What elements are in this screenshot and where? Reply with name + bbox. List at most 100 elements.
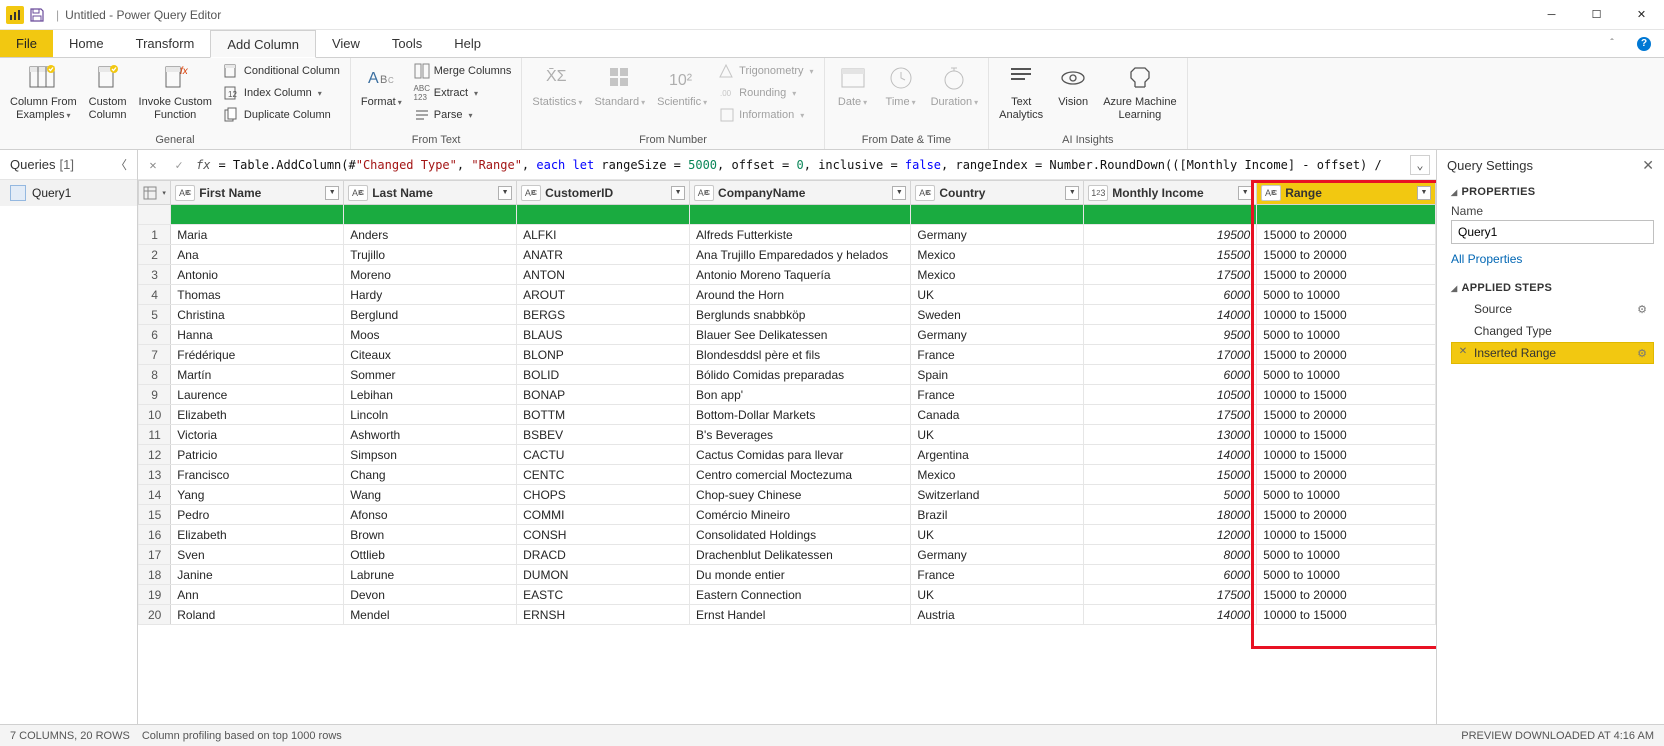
cell[interactable]: 10000 to 15000 bbox=[1257, 305, 1436, 325]
cell[interactable]: Around the Horn bbox=[690, 285, 911, 305]
cell[interactable]: Martín bbox=[171, 365, 344, 385]
cell[interactable]: Germany bbox=[911, 225, 1084, 245]
column-type-icon[interactable]: ABC bbox=[348, 185, 368, 201]
cell[interactable]: DUMON bbox=[517, 565, 690, 585]
conditional-column-button[interactable]: Conditional Column bbox=[220, 60, 344, 82]
cell[interactable]: Maria bbox=[171, 225, 344, 245]
cell[interactable]: ANATR bbox=[517, 245, 690, 265]
cell[interactable]: Drachenblut Delikatessen bbox=[690, 545, 911, 565]
cell[interactable]: 6000 bbox=[1084, 285, 1257, 305]
table-row[interactable]: 11VictoriaAshworthBSBEVB's BeveragesUK13… bbox=[139, 425, 1436, 445]
cell[interactable]: Sven bbox=[171, 545, 344, 565]
cell[interactable]: 17500 bbox=[1084, 265, 1257, 285]
tab-help[interactable]: Help bbox=[438, 30, 497, 57]
parse-button[interactable]: Parse bbox=[410, 104, 516, 126]
column-filter-icon[interactable]: ▼ bbox=[1417, 186, 1431, 200]
cell[interactable]: CHOPS bbox=[517, 485, 690, 505]
row-number[interactable]: 11 bbox=[139, 425, 171, 445]
cell[interactable]: Trujillo bbox=[344, 245, 517, 265]
cell[interactable]: Blauer See Delikatessen bbox=[690, 325, 911, 345]
cell[interactable]: Antonio bbox=[171, 265, 344, 285]
cell[interactable]: 5000 to 10000 bbox=[1257, 545, 1436, 565]
step-gear-icon[interactable]: ⚙ bbox=[1637, 347, 1647, 360]
tab-transform[interactable]: Transform bbox=[120, 30, 211, 57]
cell[interactable]: Lebihan bbox=[344, 385, 517, 405]
queries-collapse-icon[interactable]: 〈 bbox=[115, 156, 127, 173]
step-gear-icon[interactable]: ⚙ bbox=[1637, 303, 1647, 316]
cell[interactable]: 19500 bbox=[1084, 225, 1257, 245]
row-number[interactable]: 3 bbox=[139, 265, 171, 285]
cell[interactable]: Thomas bbox=[171, 285, 344, 305]
row-number[interactable]: 17 bbox=[139, 545, 171, 565]
vision-button[interactable]: Vision bbox=[1051, 60, 1095, 111]
cell[interactable]: Mexico bbox=[911, 265, 1084, 285]
cell[interactable]: Consolidated Holdings bbox=[690, 525, 911, 545]
window-close-button[interactable]: ✕ bbox=[1619, 0, 1664, 30]
row-number[interactable]: 2 bbox=[139, 245, 171, 265]
cell[interactable]: Mexico bbox=[911, 245, 1084, 265]
cell[interactable]: 18000 bbox=[1084, 505, 1257, 525]
cell[interactable]: France bbox=[911, 565, 1084, 585]
row-number[interactable]: 18 bbox=[139, 565, 171, 585]
cell[interactable]: Ana Trujillo Emparedados y helados bbox=[690, 245, 911, 265]
delete-step-icon[interactable]: ✕ bbox=[1456, 346, 1470, 360]
cell[interactable]: Bólido Comidas preparadas bbox=[690, 365, 911, 385]
cell[interactable]: ANTON bbox=[517, 265, 690, 285]
cell[interactable]: UK bbox=[911, 285, 1084, 305]
all-properties-link[interactable]: All Properties bbox=[1451, 252, 1654, 266]
azure-ml-button[interactable]: Azure MachineLearning bbox=[1099, 60, 1180, 123]
cell[interactable]: BOTTM bbox=[517, 405, 690, 425]
cell[interactable]: COMMI bbox=[517, 505, 690, 525]
cell[interactable]: 15000 to 20000 bbox=[1257, 345, 1436, 365]
row-number[interactable]: 19 bbox=[139, 585, 171, 605]
column-header[interactable]: ABCFirst Name▼ bbox=[171, 181, 344, 205]
row-number[interactable]: 15 bbox=[139, 505, 171, 525]
extract-button[interactable]: ABC123Extract bbox=[410, 82, 516, 104]
cell[interactable]: Austria bbox=[911, 605, 1084, 625]
cell[interactable]: Hardy bbox=[344, 285, 517, 305]
cell[interactable]: Cactus Comidas para llevar bbox=[690, 445, 911, 465]
cell[interactable]: 15000 to 20000 bbox=[1257, 465, 1436, 485]
cell[interactable]: 14000 bbox=[1084, 605, 1257, 625]
grid-corner[interactable]: ▾ bbox=[139, 181, 171, 205]
cell[interactable]: Simpson bbox=[344, 445, 517, 465]
formula-accept-icon[interactable]: ✓ bbox=[170, 158, 188, 172]
cell[interactable]: Christina bbox=[171, 305, 344, 325]
window-minimize-button[interactable]: ─ bbox=[1529, 0, 1574, 30]
table-row[interactable]: 18JanineLabruneDUMONDu monde entierFranc… bbox=[139, 565, 1436, 585]
column-header[interactable]: ABCRange▼ bbox=[1257, 181, 1436, 205]
cell[interactable]: 5000 to 10000 bbox=[1257, 365, 1436, 385]
formula-expand-icon[interactable]: ⌄ bbox=[1410, 155, 1430, 175]
column-filter-icon[interactable]: ▼ bbox=[892, 186, 906, 200]
cell[interactable]: CENTC bbox=[517, 465, 690, 485]
cell[interactable]: 15000 to 20000 bbox=[1257, 505, 1436, 525]
cell[interactable]: Germany bbox=[911, 545, 1084, 565]
cell[interactable]: Spain bbox=[911, 365, 1084, 385]
column-header[interactable]: ABCCompanyName▼ bbox=[690, 181, 911, 205]
cell[interactable]: 15000 to 20000 bbox=[1257, 405, 1436, 425]
column-header[interactable]: 123Monthly Income▼ bbox=[1084, 181, 1257, 205]
row-number[interactable]: 8 bbox=[139, 365, 171, 385]
cell[interactable]: BONAP bbox=[517, 385, 690, 405]
cell[interactable]: Brazil bbox=[911, 505, 1084, 525]
column-filter-icon[interactable]: ▼ bbox=[498, 186, 512, 200]
cell[interactable]: UK bbox=[911, 585, 1084, 605]
cell[interactable]: 5000 to 10000 bbox=[1257, 285, 1436, 305]
cell[interactable]: 15000 bbox=[1084, 465, 1257, 485]
column-type-icon[interactable]: ABC bbox=[175, 185, 195, 201]
cell[interactable]: Moos bbox=[344, 325, 517, 345]
help-button[interactable]: ? bbox=[1624, 30, 1664, 57]
cell[interactable]: Switzerland bbox=[911, 485, 1084, 505]
cell[interactable]: BOLID bbox=[517, 365, 690, 385]
column-type-icon[interactable]: 123 bbox=[1088, 185, 1108, 201]
cell[interactable]: Berglund bbox=[344, 305, 517, 325]
row-number[interactable]: 9 bbox=[139, 385, 171, 405]
cell[interactable]: Patricio bbox=[171, 445, 344, 465]
cell[interactable]: Lincoln bbox=[344, 405, 517, 425]
cell[interactable]: Victoria bbox=[171, 425, 344, 445]
column-type-icon[interactable]: ABC bbox=[915, 185, 935, 201]
cell[interactable]: Eastern Connection bbox=[690, 585, 911, 605]
row-number[interactable]: 16 bbox=[139, 525, 171, 545]
ribbon-collapse-icon[interactable]: ˆ bbox=[1600, 30, 1624, 57]
duplicate-column-button[interactable]: Duplicate Column bbox=[220, 104, 344, 126]
